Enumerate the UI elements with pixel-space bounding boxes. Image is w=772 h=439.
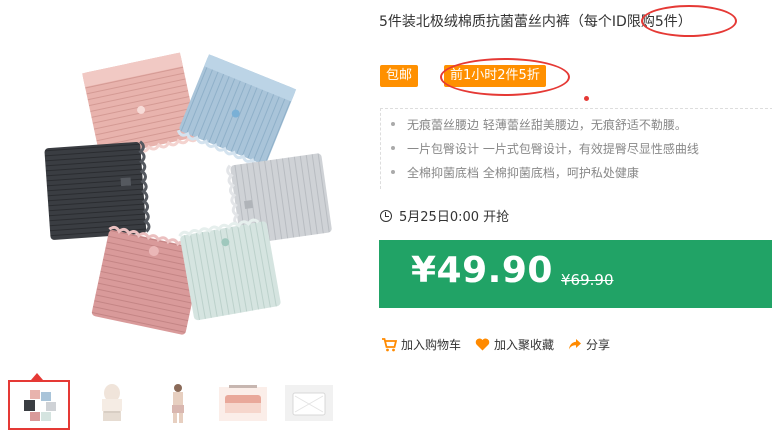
thumbnail-selected-indicator <box>31 373 43 380</box>
current-price: ¥49.90 <box>411 250 553 291</box>
share-icon <box>569 339 582 350</box>
feature-item: 一片包臀设计 一片式包臀设计，有效提臀尽显性感曲线 <box>391 142 699 156</box>
share-label: 分享 <box>586 338 611 352</box>
original-price: ¥69.90 <box>561 271 614 289</box>
add-to-cart-label: 加入购物车 <box>401 338 462 352</box>
thumbnail-3[interactable] <box>148 380 206 426</box>
promo-highlight-circle <box>440 58 570 96</box>
main-product-image <box>40 50 340 340</box>
price-panel: ¥49.90 ¥69.90 <box>379 240 772 308</box>
sale-start-time: 5月25日0:00 开抢 <box>380 206 509 225</box>
add-to-favorites-button[interactable]: 加入聚收藏 <box>475 336 554 353</box>
title-highlight-circle <box>641 5 737 37</box>
thumbnail-5[interactable] <box>280 380 338 426</box>
red-dot-marker <box>584 96 589 101</box>
feature-item: 无痕蕾丝腰边 轻薄蕾丝甜美腰边，无痕舒适不勒腰。 <box>391 118 687 132</box>
share-button[interactable]: 分享 <box>568 336 610 353</box>
thumbnail-4[interactable] <box>214 380 272 426</box>
add-to-cart-button[interactable]: 加入购物车 <box>381 336 461 353</box>
thumbnail-1[interactable] <box>8 380 70 430</box>
action-bar: 加入购物车 加入聚收藏 分享 <box>381 336 624 353</box>
feature-list: 无痕蕾丝腰边 轻薄蕾丝甜美腰边，无痕舒适不勒腰。 一片包臀设计 一片式包臀设计，… <box>380 108 772 189</box>
sale-time-text: 5月25日0:00 开抢 <box>399 210 510 225</box>
free-shipping-badge: 包邮 <box>380 65 419 87</box>
cart-icon <box>382 337 397 351</box>
add-to-favorites-label: 加入聚收藏 <box>494 338 555 352</box>
feature-item: 全棉抑菌底档 全棉抑菌底档，呵护私处健康 <box>391 166 639 180</box>
thumbnail-2[interactable] <box>83 380 141 426</box>
heart-icon <box>475 338 490 351</box>
clock-icon <box>380 209 392 222</box>
